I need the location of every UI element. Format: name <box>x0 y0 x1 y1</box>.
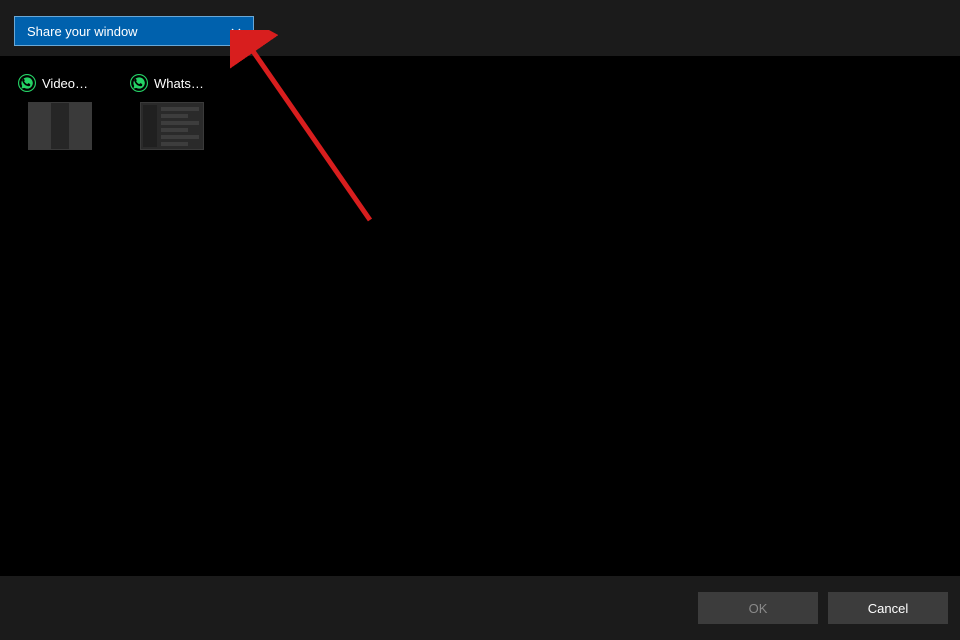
window-selection-area: Video… Whats… <box>0 56 960 576</box>
dialog-footer: OK Cancel <box>0 576 960 640</box>
cancel-button[interactable]: Cancel <box>828 592 948 624</box>
whatsapp-icon <box>18 74 36 92</box>
chevron-down-icon <box>231 24 241 39</box>
window-option-label: Whats… <box>154 76 214 91</box>
ok-button[interactable]: OK <box>698 592 818 624</box>
whatsapp-icon <box>130 74 148 92</box>
window-option-label: Video… <box>42 76 102 91</box>
window-option[interactable]: Whats… <box>130 74 214 150</box>
window-thumbnail <box>140 102 204 150</box>
window-option[interactable]: Video… <box>18 74 102 150</box>
window-thumbnail <box>28 102 92 150</box>
share-window-label: Share your window <box>27 24 138 39</box>
share-window-dropdown[interactable]: Share your window <box>14 16 254 46</box>
